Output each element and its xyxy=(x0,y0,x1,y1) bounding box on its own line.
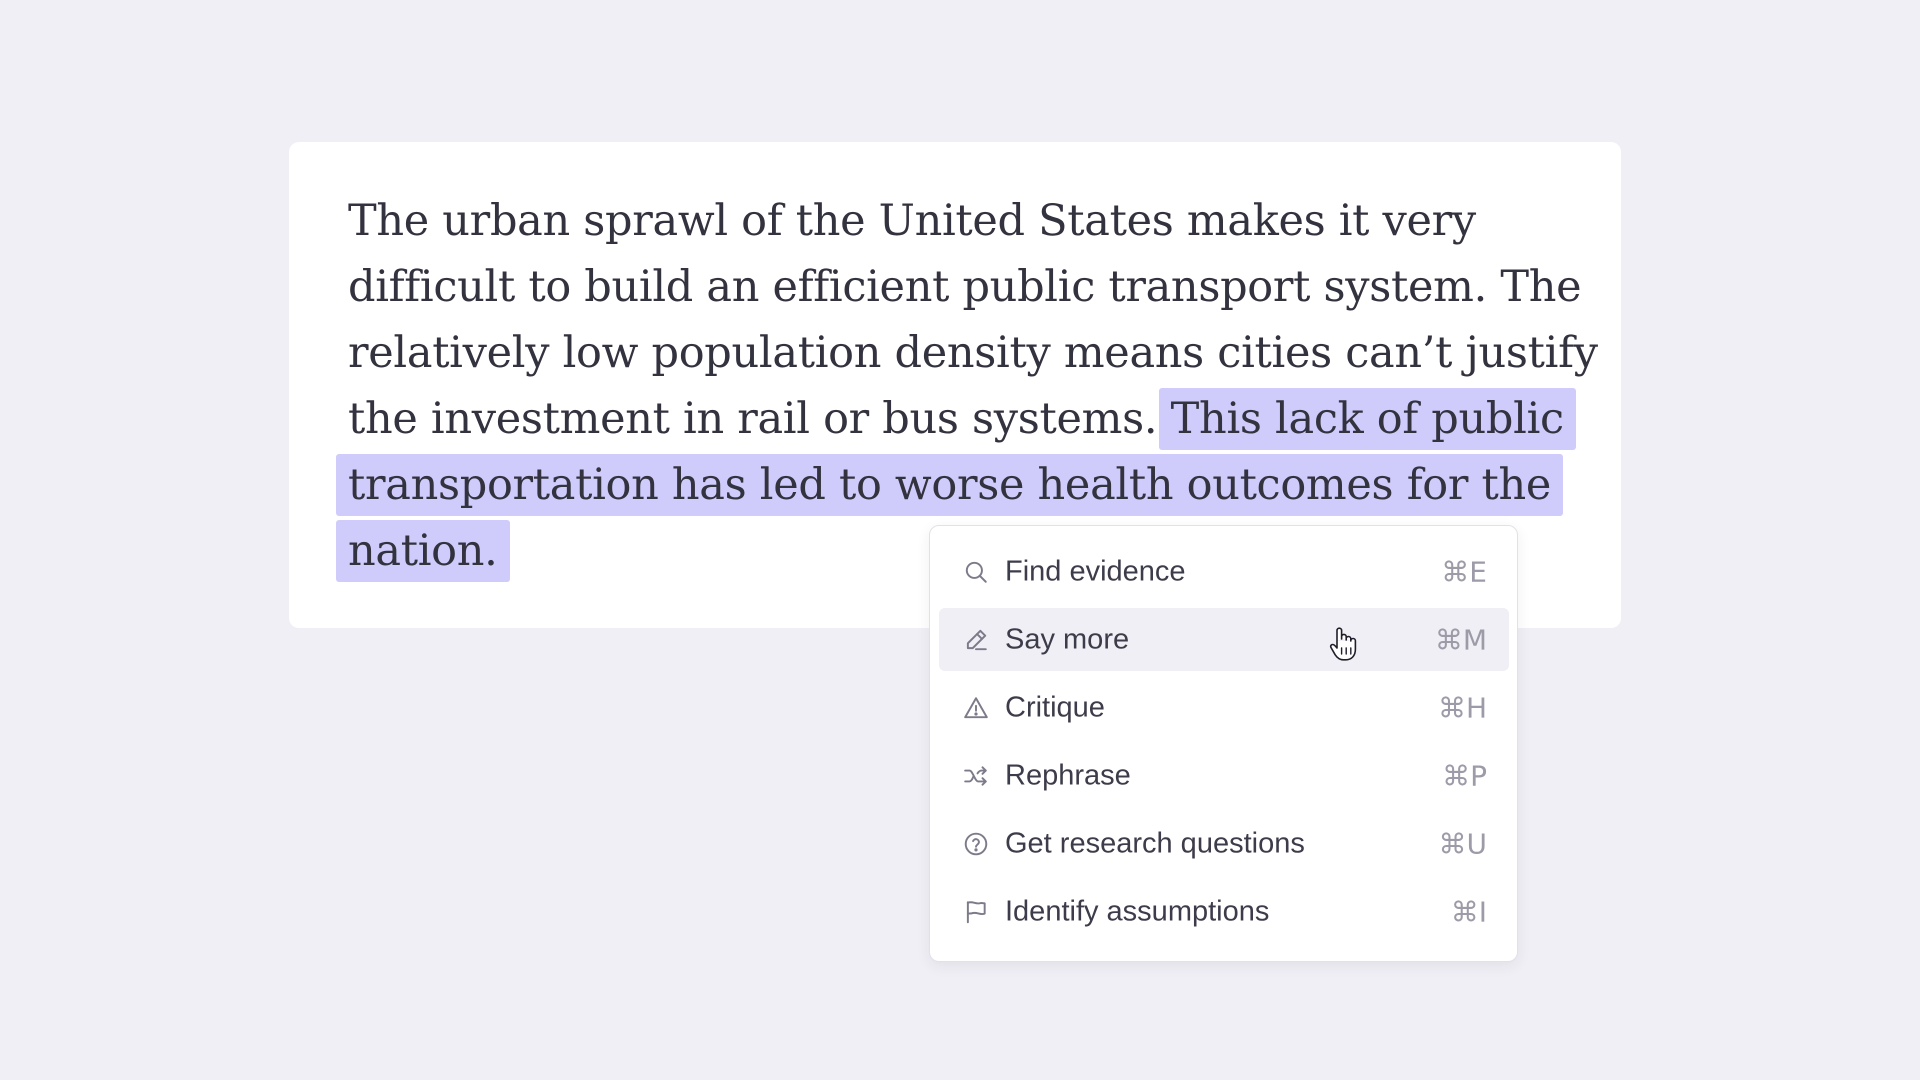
menu-item-find-evidence[interactable]: Find evidence ⌘E xyxy=(939,540,1509,603)
menu-item-shortcut: ⌘P xyxy=(1442,759,1487,792)
menu-item-identify-assumptions[interactable]: Identify assumptions ⌘I xyxy=(939,880,1509,943)
menu-item-shortcut: ⌘M xyxy=(1434,623,1487,656)
flag-icon xyxy=(963,899,989,925)
search-icon xyxy=(963,559,989,585)
menu-item-shortcut: ⌘U xyxy=(1438,827,1488,860)
menu-item-rephrase[interactable]: Rephrase ⌘P xyxy=(939,744,1509,807)
ai-action-menu: Find evidence ⌘E Say more ⌘M Critique ⌘H… xyxy=(929,525,1518,962)
menu-item-shortcut: ⌘H xyxy=(1437,691,1487,724)
shuffle-icon xyxy=(963,763,989,789)
question-circle-icon xyxy=(963,831,989,857)
menu-item-label: Get research questions xyxy=(1005,827,1305,859)
menu-item-label: Identify assumptions xyxy=(1005,895,1270,927)
menu-item-say-more[interactable]: Say more ⌘M xyxy=(939,608,1509,671)
menu-item-shortcut: ⌘E xyxy=(1441,555,1487,588)
menu-item-label: Rephrase xyxy=(1005,759,1131,791)
pencil-icon xyxy=(963,627,989,653)
menu-item-get-research-questions[interactable]: Get research questions ⌘U xyxy=(939,812,1509,875)
menu-item-label: Find evidence xyxy=(1005,555,1186,587)
menu-item-label: Critique xyxy=(1005,691,1105,723)
menu-item-shortcut: ⌘I xyxy=(1450,895,1487,928)
menu-item-label: Say more xyxy=(1005,623,1130,655)
menu-item-critique[interactable]: Critique ⌘H xyxy=(939,676,1509,739)
warning-triangle-icon xyxy=(963,695,989,721)
